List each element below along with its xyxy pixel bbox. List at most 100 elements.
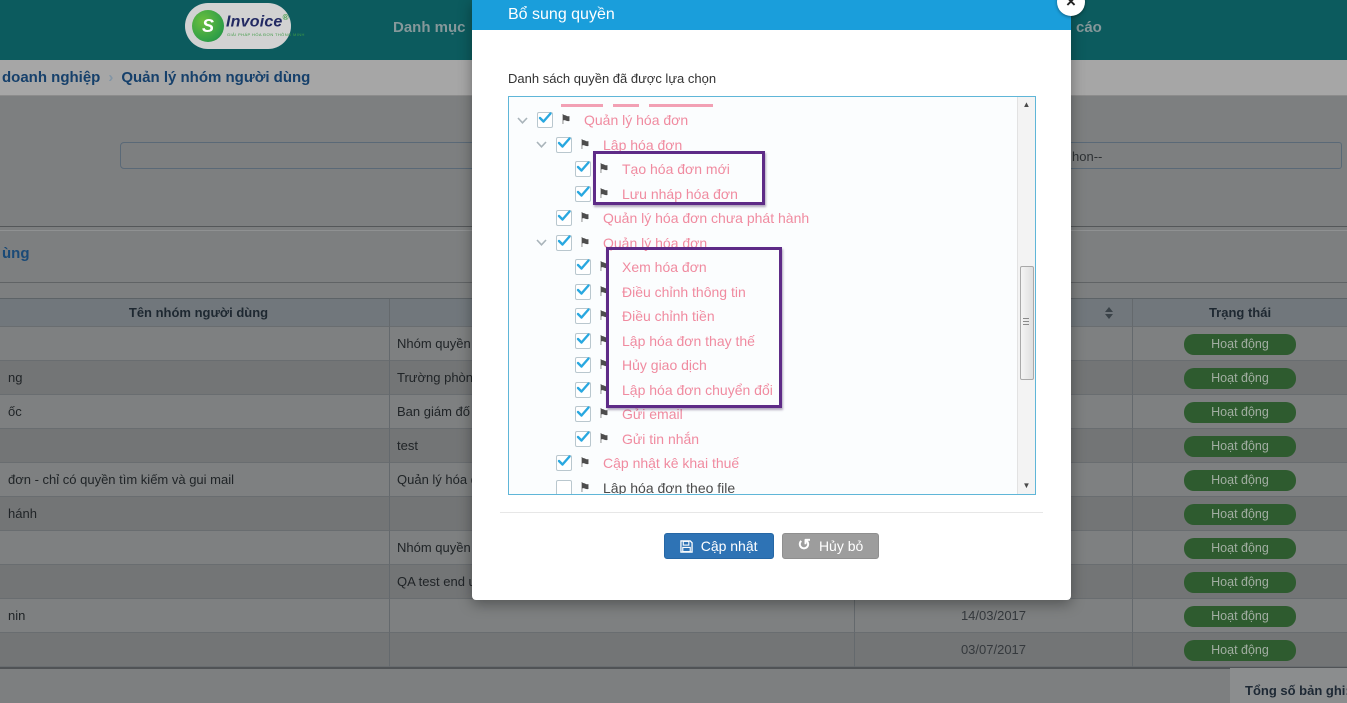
tree-item-label[interactable]: Quản lý hóa đơn (584, 112, 688, 128)
bo-sung-quyen-dialog: Bổ sung quyền × Danh sách quyền đã được … (472, 0, 1071, 600)
breadcrumb-item-doanh-nghiep[interactable]: doanh nghiệp (0, 69, 100, 86)
cell-status: Hoạt động (1133, 429, 1347, 463)
undo-icon: ↺ (798, 538, 811, 554)
dialog-buttons: Cập nhật ↺ Hủy bỏ (472, 533, 1071, 559)
annotation-box-lap-hoa-don (593, 151, 765, 205)
checkbox-checked[interactable] (575, 259, 591, 275)
tree-item[interactable]: ⚑ Quản lý hóa đơn (517, 108, 1017, 133)
filter-dropdown-value-fragment: hon-- (1072, 149, 1102, 164)
breadcrumb-item-quan-ly-nhom-nguoi-dung[interactable]: Quản lý nhóm người dùng (121, 69, 310, 86)
checkbox-checked[interactable] (556, 455, 572, 471)
cell-status: Hoạt động (1133, 395, 1347, 429)
checkbox-checked[interactable] (575, 308, 591, 324)
cell-group-name (0, 565, 390, 599)
cell-permission-group (390, 633, 855, 667)
flag-icon: ⚑ (579, 456, 594, 470)
menu-item-danh-muc[interactable]: Danh mục (393, 19, 466, 36)
tree-item[interactable]: ⚑ Cập nhật kê khai thuế (556, 451, 1017, 476)
update-button[interactable]: Cập nhật (664, 533, 774, 559)
cell-group-name (0, 531, 390, 565)
screen: S Invoice® GIẢI PHÁP HÓA ĐƠN THÔNG MINH … (0, 0, 1347, 703)
cell-status: Hoạt động (1133, 497, 1347, 531)
flag-icon: ⚑ (598, 407, 613, 421)
scrollbar-thumb[interactable] (1020, 266, 1034, 380)
scroll-up-icon[interactable]: ▲ (1018, 98, 1035, 112)
checkbox-checked[interactable] (575, 333, 591, 349)
checkbox-checked[interactable] (575, 406, 591, 422)
table-row[interactable]: nin14/03/2017Hoạt động (0, 599, 1347, 633)
section-heading-fragment: ùng (2, 245, 30, 262)
cell-date: 03/07/2017 (855, 633, 1133, 667)
cell-group-name: nin (0, 599, 390, 633)
registered-mark: ® (283, 13, 289, 22)
checkbox-checked[interactable] (556, 137, 572, 153)
status-badge: Hoạt động (1184, 538, 1296, 559)
table-row[interactable]: 03/07/2017 Hoạt động (0, 633, 1347, 667)
cell-group-name (0, 633, 390, 667)
checkbox-checked[interactable] (575, 186, 591, 202)
tree-scrollbar[interactable]: ▲ ▼ (1017, 97, 1035, 494)
column-header-ten-nhom-nguoi-dung[interactable]: Tên nhóm người dùng (0, 299, 390, 327)
status-badge: Hoạt động (1184, 572, 1296, 593)
sort-icon[interactable] (1105, 307, 1113, 319)
status-badge: Hoạt động (1184, 402, 1296, 423)
cancel-button[interactable]: ↺ Hủy bỏ (782, 533, 880, 559)
logo-text: Invoice® (226, 13, 289, 31)
cell-group-name (0, 327, 390, 361)
cell-status: Hoạt động (1133, 599, 1347, 633)
checkbox-checked[interactable] (575, 357, 591, 373)
tree-item-label[interactable]: Gửi email (622, 406, 683, 422)
chevron-down-icon[interactable] (536, 141, 556, 148)
dialog-header: Bổ sung quyền (472, 0, 1071, 30)
scroll-down-icon[interactable]: ▼ (1018, 479, 1035, 493)
checkbox-checked[interactable] (575, 382, 591, 398)
cell-group-name: ốc (0, 395, 390, 429)
checkbox-checked[interactable] (575, 284, 591, 300)
status-badge: Hoạt động (1184, 606, 1296, 627)
checkbox-checked[interactable] (556, 210, 572, 226)
tree-item[interactable]: ⚑ Quản lý hóa đơn chưa phát hành (556, 206, 1017, 231)
chevron-down-icon[interactable] (536, 239, 556, 246)
checkbox-checked[interactable] (575, 431, 591, 447)
menu-item-bao-cao-fragment[interactable]: cáo (1076, 19, 1102, 36)
checkbox-checked[interactable] (537, 112, 553, 128)
tree-item-label[interactable]: Lập hóa đơn theo file (603, 480, 735, 495)
flag-icon: ⚑ (560, 113, 575, 127)
chevron-down-icon[interactable] (517, 117, 537, 124)
app-logo[interactable]: S Invoice® GIẢI PHÁP HÓA ĐƠN THÔNG MINH (185, 3, 291, 49)
cell-group-name (0, 429, 390, 463)
cell-status: Hoạt động (1133, 463, 1347, 497)
breadcrumb-separator: › (100, 69, 121, 86)
status-badge: Hoạt động (1184, 334, 1296, 355)
status-badge: Hoạt động (1184, 470, 1296, 491)
logo-s-icon: S (192, 10, 224, 42)
checkbox-checked[interactable] (556, 235, 572, 251)
cell-status: Hoạt động (1133, 633, 1347, 667)
tree-item[interactable]: ⚑ Lập hóa đơn theo file (556, 476, 1017, 496)
cell-group-name: hánh (0, 497, 390, 531)
cell-status: Hoạt động (1133, 361, 1347, 395)
tree-item[interactable]: ⚑Gửi tin nhắn (575, 427, 1017, 452)
logo-tagline: GIẢI PHÁP HÓA ĐƠN THÔNG MINH (227, 32, 305, 37)
tree-item-label[interactable]: Gửi tin nhắn (622, 431, 699, 447)
save-icon (680, 540, 693, 553)
status-badge: Hoạt động (1184, 504, 1296, 525)
flag-icon: ⚑ (579, 481, 594, 495)
checkbox-unchecked[interactable] (556, 480, 572, 495)
cell-status: Hoạt động (1133, 327, 1347, 361)
cell-status: Hoạt động (1133, 531, 1347, 565)
flag-icon: ⚑ (579, 211, 594, 225)
cell-group-name: ng (0, 361, 390, 395)
checkbox-checked[interactable] (575, 161, 591, 177)
annotation-box-quan-ly-hoa-don (606, 247, 782, 408)
cell-permission-group (390, 599, 855, 633)
tree-item-label[interactable]: Quản lý hóa đơn chưa phát hành (603, 210, 809, 226)
column-header-trang-thai[interactable]: Trạng thái (1133, 299, 1347, 327)
cell-group-name: đơn - chỉ có quyền tìm kiếm và gui mail (0, 463, 390, 497)
status-badge: Hoạt động (1184, 640, 1296, 661)
tree-item-label[interactable]: Cập nhật kê khai thuế (603, 455, 739, 471)
dialog-footer-divider (500, 512, 1043, 513)
flag-icon: ⚑ (579, 138, 594, 152)
clipped-tree-row (509, 102, 1017, 108)
selected-permissions-label: Danh sách quyền đã được lựa chọn (508, 71, 716, 86)
